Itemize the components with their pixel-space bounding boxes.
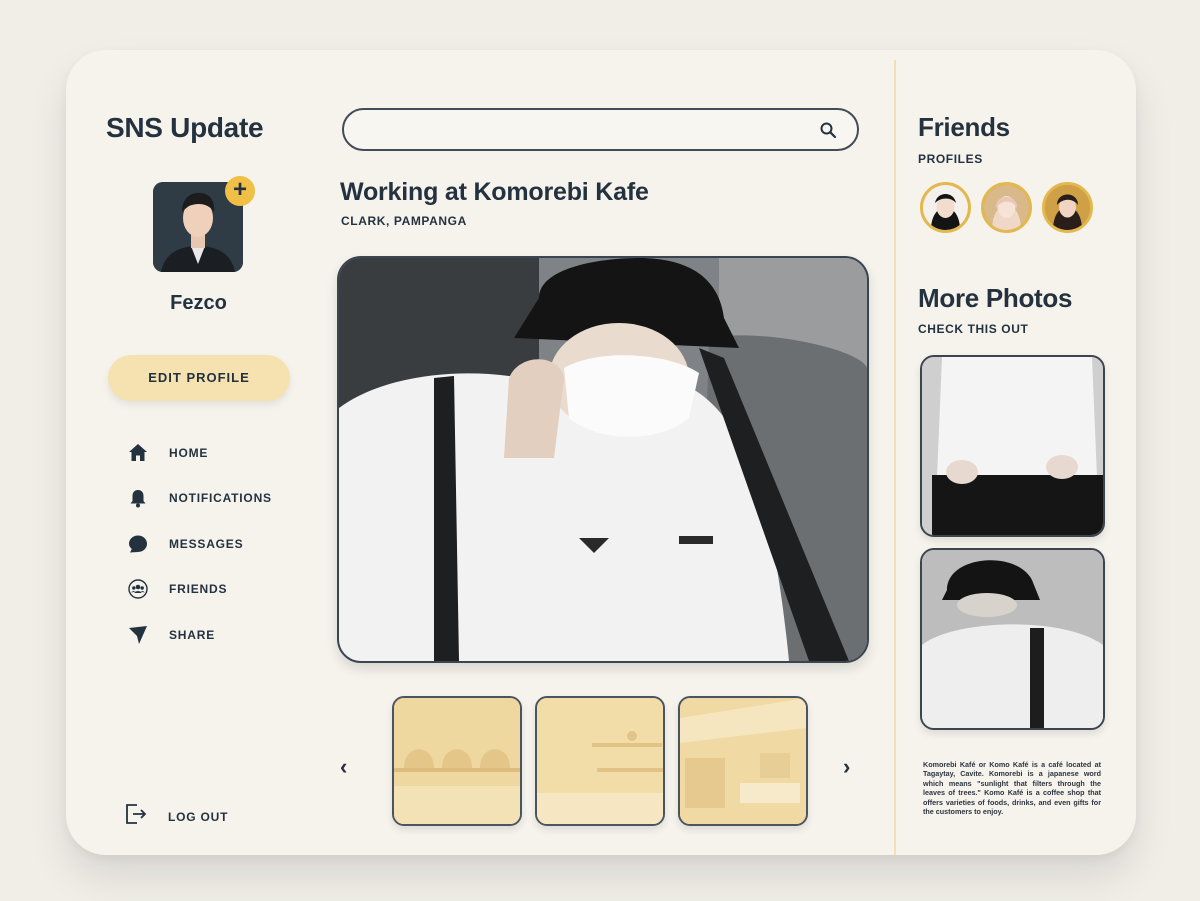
sidebar-item-label: FRIENDS bbox=[169, 582, 228, 597]
group-icon bbox=[126, 577, 150, 601]
sidebar-item-label: NOTIFICATIONS bbox=[169, 491, 272, 506]
search-icon[interactable] bbox=[819, 121, 837, 144]
more-photos-subtitle: CHECK THIS OUT bbox=[918, 322, 1029, 336]
logout-icon bbox=[124, 802, 148, 831]
friend-avatar[interactable] bbox=[981, 182, 1032, 233]
more-photo[interactable] bbox=[920, 355, 1105, 537]
main-post-photo[interactable] bbox=[337, 256, 869, 663]
thumbnail-photo[interactable] bbox=[678, 696, 808, 826]
friends-title: Friends bbox=[918, 112, 1010, 142]
sidebar-item-messages[interactable]: MESSAGES bbox=[126, 521, 243, 567]
profile-avatar-wrap: + bbox=[153, 176, 255, 272]
more-photo[interactable] bbox=[920, 548, 1105, 730]
cafe-description: Komorebi Kafé or Komo Kafé is a café loc… bbox=[923, 760, 1101, 817]
sidebar-item-label: MESSAGES bbox=[169, 536, 244, 551]
add-photo-button[interactable]: + bbox=[225, 176, 255, 206]
sidebar-item-share[interactable]: SHARE bbox=[126, 612, 214, 658]
post-location: CLARK, PAMPANGA bbox=[341, 214, 467, 228]
friend-avatar[interactable] bbox=[920, 182, 971, 233]
search-bar bbox=[342, 108, 859, 151]
sidebar-nav: HOME NOTIFICATIONS MESSAGES FRIENDS SHAR… bbox=[126, 430, 271, 658]
column-divider bbox=[894, 60, 896, 855]
post-title: Working at Komorebi Kafe bbox=[340, 178, 649, 206]
sidebar-item-friends[interactable]: FRIENDS bbox=[126, 567, 226, 613]
thumbnail-photo[interactable] bbox=[392, 696, 522, 826]
next-photo-button[interactable]: › bbox=[843, 754, 850, 780]
chat-bubble-icon bbox=[126, 532, 150, 556]
bell-icon bbox=[126, 486, 150, 510]
logout-button[interactable]: LOG OUT bbox=[124, 802, 228, 831]
edit-profile-button[interactable]: EDIT PROFILE bbox=[108, 355, 290, 401]
app-card: SNS Update + Fezco EDIT PROFILE HOME NOT… bbox=[66, 50, 1136, 855]
thumbnail-photo[interactable] bbox=[535, 696, 665, 826]
logout-label: LOG OUT bbox=[168, 809, 229, 824]
sidebar-item-label: SHARE bbox=[169, 627, 216, 642]
send-icon bbox=[126, 623, 150, 647]
profile-name: Fezco bbox=[170, 292, 227, 314]
more-photos-title: More Photos bbox=[918, 283, 1073, 313]
sidebar-item-home[interactable]: HOME bbox=[126, 430, 207, 476]
search-input[interactable] bbox=[362, 118, 792, 142]
home-icon bbox=[126, 441, 150, 465]
app-title: SNS Update bbox=[106, 112, 264, 143]
sidebar-item-label: HOME bbox=[169, 445, 209, 460]
friend-avatar[interactable] bbox=[1042, 182, 1093, 233]
friends-subtitle: PROFILES bbox=[918, 152, 983, 166]
prev-photo-button[interactable]: ‹ bbox=[340, 754, 347, 780]
friends-list bbox=[920, 182, 1093, 233]
sidebar-item-notifications[interactable]: NOTIFICATIONS bbox=[126, 476, 271, 522]
thumbnail-strip bbox=[392, 696, 808, 826]
